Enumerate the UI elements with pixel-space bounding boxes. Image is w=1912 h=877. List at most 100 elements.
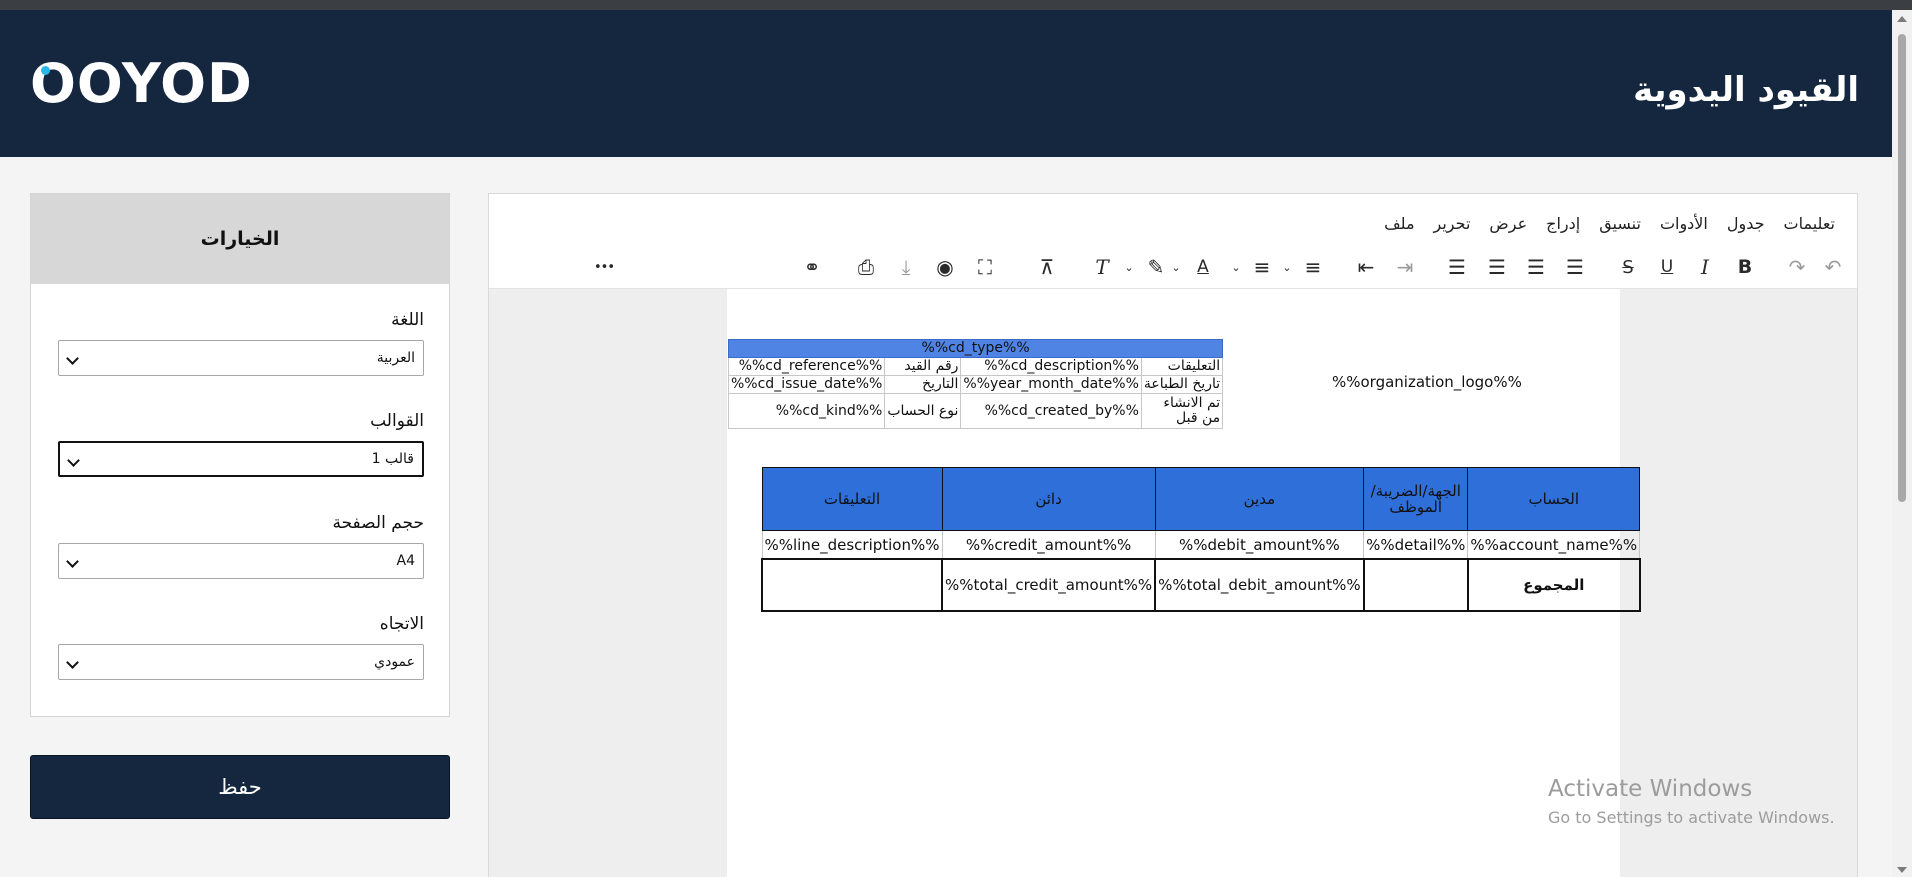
- templates-value: قالب 1: [371, 451, 414, 467]
- link-icon[interactable]: ⚭: [799, 254, 825, 280]
- templates-label: القوالب: [370, 411, 424, 431]
- templates-select[interactable]: قالب 1: [58, 441, 424, 477]
- templates-field: القوالب قالب 1: [58, 411, 424, 477]
- page-size-field: حجم الصفحة A4: [58, 513, 424, 579]
- print-icon[interactable]: ⎙: [853, 254, 879, 280]
- language-field: اللغة العربية: [58, 310, 424, 376]
- column-header[interactable]: الجهة/الضريبة/الموظف: [1363, 467, 1469, 531]
- orientation-select[interactable]: عمودي: [58, 644, 424, 680]
- info-value[interactable]: %%cd_reference%%: [727, 357, 886, 376]
- page-size-select[interactable]: A4: [58, 543, 424, 579]
- menu-view[interactable]: عرض: [1489, 214, 1527, 233]
- entry-info-table: %%cd_type%% %%cd_reference%% رقم القيد %…: [727, 339, 1224, 429]
- info-label[interactable]: تم الانشاء من قبل: [1140, 393, 1224, 429]
- rich-text-editor: ملف تحرير عرض إدراج تنسيق الأدوات جدول ت…: [488, 193, 1858, 877]
- scrollbar-thumb[interactable]: [1898, 34, 1906, 502]
- info-value[interactable]: %%cd_kind%%: [727, 393, 886, 429]
- outdent-icon[interactable]: ⇤: [1353, 254, 1379, 280]
- organization-logo-placeholder[interactable]: %%organization_logo%%: [1332, 373, 1522, 391]
- info-value[interactable]: %%cd_created_by%%: [960, 393, 1142, 429]
- total-cell[interactable]: %%total_credit_amount%%: [941, 558, 1157, 612]
- table-cell[interactable]: %%debit_amount%%: [1154, 530, 1365, 560]
- activate-windows-watermark: Activate Windows Go to Settings to activ…: [1548, 776, 1835, 827]
- underline-icon[interactable]: U: [1654, 254, 1680, 280]
- editor-toolbar: ↶ ↷ B I U S ☰ ☰ ☰ ☰ ⇥ ⇤ ≡ ⌄ ≡ ⌄ A ⌄ ✎ ⌄ …: [489, 246, 1857, 289]
- more-icon[interactable]: •••: [591, 254, 617, 280]
- total-cell[interactable]: [1362, 558, 1469, 612]
- strikethrough-icon[interactable]: S: [1615, 254, 1641, 280]
- ooyod-logo[interactable]: OOYOD: [30, 52, 253, 116]
- info-label[interactable]: التاريخ: [884, 375, 962, 394]
- app-header: OOYOD القيود اليدوية: [0, 10, 1912, 157]
- column-header[interactable]: التعليقات: [761, 467, 943, 531]
- orientation-field: الاتجاه عمودي: [58, 614, 424, 680]
- numbered-list-icon[interactable]: ≡: [1300, 254, 1326, 280]
- orientation-label: الاتجاه: [379, 614, 424, 634]
- download-icon[interactable]: ⤓: [893, 254, 919, 280]
- bulleted-list-icon[interactable]: ≡: [1249, 254, 1275, 280]
- chevron-down-icon[interactable]: ⌄: [1170, 254, 1182, 280]
- scroll-down-icon[interactable]: [1897, 867, 1907, 873]
- column-header[interactable]: مدين: [1154, 467, 1365, 531]
- chevron-down-icon: [66, 656, 79, 669]
- save-button[interactable]: حفظ: [30, 755, 450, 819]
- menu-file[interactable]: ملف: [1384, 214, 1414, 233]
- info-label[interactable]: رقم القيد: [884, 357, 962, 376]
- total-cell[interactable]: %%total_debit_amount%%: [1154, 558, 1365, 612]
- info-value[interactable]: %%cd_description%%: [960, 357, 1142, 376]
- options-panel-title: الخيارات: [31, 194, 449, 284]
- align-right-icon[interactable]: ☰: [1484, 254, 1510, 280]
- menu-edit[interactable]: تحرير: [1434, 214, 1471, 233]
- info-label[interactable]: نوع الحساب: [884, 393, 962, 429]
- column-header[interactable]: الحساب: [1467, 467, 1641, 531]
- total-cell[interactable]: [760, 558, 944, 612]
- scroll-up-icon[interactable]: [1897, 16, 1907, 22]
- text-color-icon[interactable]: A: [1190, 254, 1216, 280]
- menu-format[interactable]: تنسيق: [1599, 214, 1641, 233]
- chevron-down-icon[interactable]: ⌄: [1281, 254, 1293, 280]
- align-justify-icon[interactable]: ☰: [1444, 254, 1470, 280]
- orientation-value: عمودي: [374, 654, 415, 670]
- redo-icon[interactable]: ↷: [1784, 254, 1810, 280]
- options-panel: الخيارات اللغة العربية القوالب قالب 1 حج…: [30, 193, 450, 717]
- column-header[interactable]: دائن: [941, 467, 1156, 531]
- info-value[interactable]: %%cd_issue_date%%: [727, 375, 886, 394]
- table-cell[interactable]: %%credit_amount%%: [941, 530, 1156, 560]
- cd-type-cell[interactable]: %%cd_type%%: [727, 339, 1224, 358]
- language-value: العربية: [376, 350, 415, 366]
- document-page[interactable]: %%cd_type%% %%cd_reference%% رقم القيد %…: [727, 289, 1641, 877]
- editor-menubar: ملف تحرير عرض إدراج تنسيق الأدوات جدول ت…: [489, 194, 1857, 246]
- chevron-down-icon: [66, 352, 79, 365]
- page-break-icon[interactable]: ⊼: [1034, 254, 1060, 280]
- chevron-down-icon[interactable]: ⌄: [1123, 254, 1135, 280]
- language-label: اللغة: [391, 310, 424, 330]
- info-value[interactable]: %%year_month_date%%: [960, 375, 1142, 394]
- align-center-icon[interactable]: ☰: [1523, 254, 1549, 280]
- table-cell[interactable]: %%account_name%%: [1467, 530, 1641, 560]
- align-left-icon[interactable]: ☰: [1562, 254, 1588, 280]
- info-label[interactable]: تاريخ الطباعة: [1140, 375, 1224, 394]
- journal-lines-table: التعليقات دائن مدين الجهة/الضريبة/الموظف…: [760, 467, 1641, 612]
- menu-tools[interactable]: الأدوات: [1660, 214, 1708, 233]
- fullscreen-icon[interactable]: ⛶: [972, 254, 998, 280]
- preview-icon[interactable]: ◉: [932, 254, 958, 280]
- table-cell[interactable]: %%line_description%%: [761, 530, 943, 560]
- language-select[interactable]: العربية: [58, 340, 424, 376]
- menu-insert[interactable]: إدراج: [1546, 214, 1580, 233]
- clear-formatting-icon[interactable]: T: [1089, 254, 1115, 280]
- total-label-cell[interactable]: المجموع: [1466, 558, 1641, 612]
- italic-icon[interactable]: I: [1692, 254, 1718, 280]
- page-size-label: حجم الصفحة: [332, 513, 424, 533]
- page-title: القيود اليدوية: [1633, 70, 1859, 110]
- bold-icon[interactable]: B: [1732, 254, 1758, 280]
- menu-help[interactable]: تعليمات: [1784, 214, 1835, 233]
- page-scrollbar[interactable]: [1892, 10, 1912, 877]
- indent-icon[interactable]: ⇥: [1392, 254, 1418, 280]
- undo-icon[interactable]: ↶: [1820, 254, 1846, 280]
- highlight-icon[interactable]: ✎: [1143, 254, 1169, 280]
- menu-table[interactable]: جدول: [1727, 214, 1765, 233]
- watermark-line1: Activate Windows: [1548, 776, 1753, 802]
- info-label[interactable]: التعليقات: [1140, 357, 1224, 376]
- table-cell[interactable]: %%detail%%: [1363, 530, 1469, 560]
- chevron-down-icon[interactable]: ⌄: [1230, 254, 1242, 280]
